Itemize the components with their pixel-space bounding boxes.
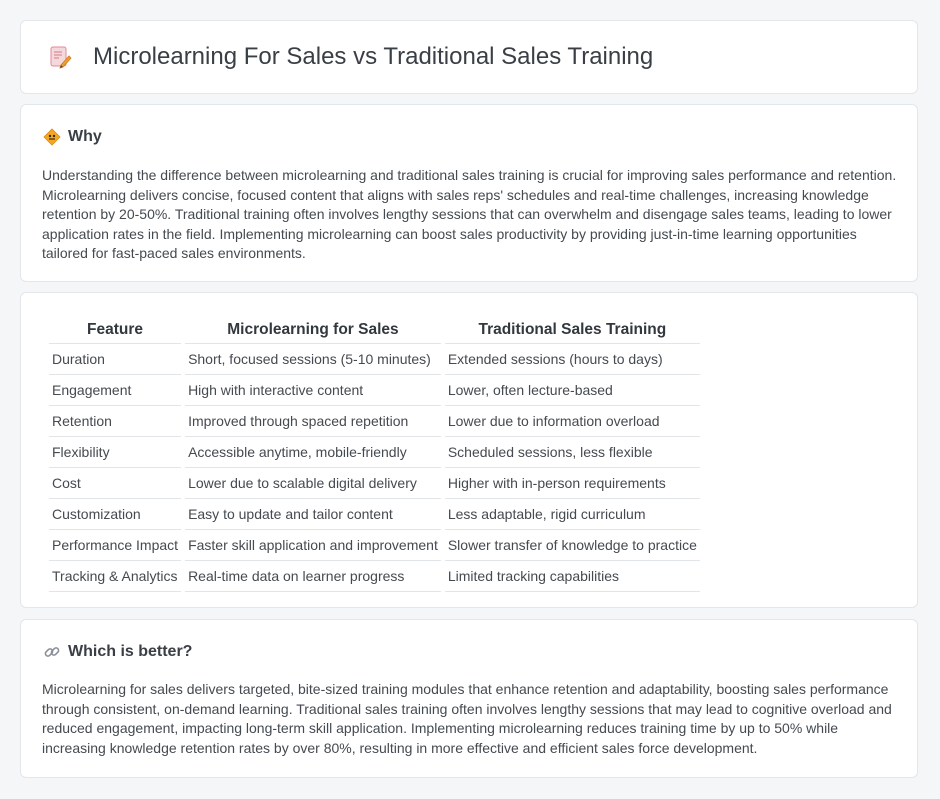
- feature-cell: Duration: [49, 344, 182, 375]
- traditional-cell: Limited tracking capabilities: [444, 561, 700, 592]
- link-icon: [43, 643, 61, 661]
- document-pencil-icon: [47, 44, 73, 70]
- feature-cell: Cost: [49, 468, 182, 499]
- column-header-traditional: Traditional Sales Training: [444, 313, 700, 344]
- column-header-microlearning: Microlearning for Sales: [185, 313, 441, 344]
- table-row: Customization Easy to update and tailor …: [49, 499, 700, 530]
- microlearning-cell: Real-time data on learner progress: [185, 561, 441, 592]
- table-row: Tracking & Analytics Real-time data on l…: [49, 561, 700, 592]
- feature-cell: Performance Impact: [49, 530, 182, 561]
- table-row: Engagement High with interactive content…: [49, 375, 700, 406]
- which-heading: Which is better?: [68, 643, 193, 660]
- traditional-cell: Lower due to information overload: [444, 406, 700, 437]
- traditional-cell: Lower, often lecture-based: [444, 375, 700, 406]
- page-title: Microlearning For Sales vs Traditional S…: [93, 43, 654, 70]
- why-heading: Why: [68, 128, 102, 145]
- traditional-cell: Scheduled sessions, less flexible: [444, 437, 700, 468]
- microlearning-cell: Improved through spaced repetition: [185, 406, 441, 437]
- microlearning-cell: Accessible anytime, mobile-friendly: [185, 437, 441, 468]
- column-header-feature: Feature: [49, 313, 182, 344]
- table-row: Retention Improved through spaced repeti…: [49, 406, 700, 437]
- traditional-cell: Less adaptable, rigid curriculum: [444, 499, 700, 530]
- comparison-table: Feature Microlearning for Sales Traditio…: [45, 313, 704, 592]
- why-body: Understanding the difference between mic…: [42, 167, 897, 261]
- table-row: Duration Short, focused sessions (5-10 m…: [49, 344, 700, 375]
- table-row: Cost Lower due to scalable digital deliv…: [49, 468, 700, 499]
- which-section: Which is better? Microlearning for sales…: [20, 619, 918, 778]
- microlearning-cell: Short, focused sessions (5-10 minutes): [185, 344, 441, 375]
- traditional-cell: Slower transfer of knowledge to practice: [444, 530, 700, 561]
- traditional-cell: Higher with in-person requirements: [444, 468, 700, 499]
- traditional-cell: Extended sessions (hours to days): [444, 344, 700, 375]
- table-row: Flexibility Accessible anytime, mobile-f…: [49, 437, 700, 468]
- feature-cell: Retention: [49, 406, 182, 437]
- feature-cell: Tracking & Analytics: [49, 561, 182, 592]
- microlearning-cell: Easy to update and tailor content: [185, 499, 441, 530]
- feature-cell: Engagement: [49, 375, 182, 406]
- diamond-sign-icon: [43, 128, 61, 146]
- which-body: Microlearning for sales delivers targete…: [42, 681, 892, 756]
- microlearning-cell: Lower due to scalable digital delivery: [185, 468, 441, 499]
- table-row: Performance Impact Faster skill applicat…: [49, 530, 700, 561]
- feature-cell: Flexibility: [49, 437, 182, 468]
- microlearning-cell: High with interactive content: [185, 375, 441, 406]
- microlearning-cell: Faster skill application and improvement: [185, 530, 441, 561]
- feature-cell: Customization: [49, 499, 182, 530]
- table-header-row: Feature Microlearning for Sales Traditio…: [49, 313, 700, 344]
- why-section: Why Understanding the difference between…: [20, 104, 918, 282]
- title-card: Microlearning For Sales vs Traditional S…: [20, 20, 918, 94]
- comparison-card: Feature Microlearning for Sales Traditio…: [20, 292, 918, 608]
